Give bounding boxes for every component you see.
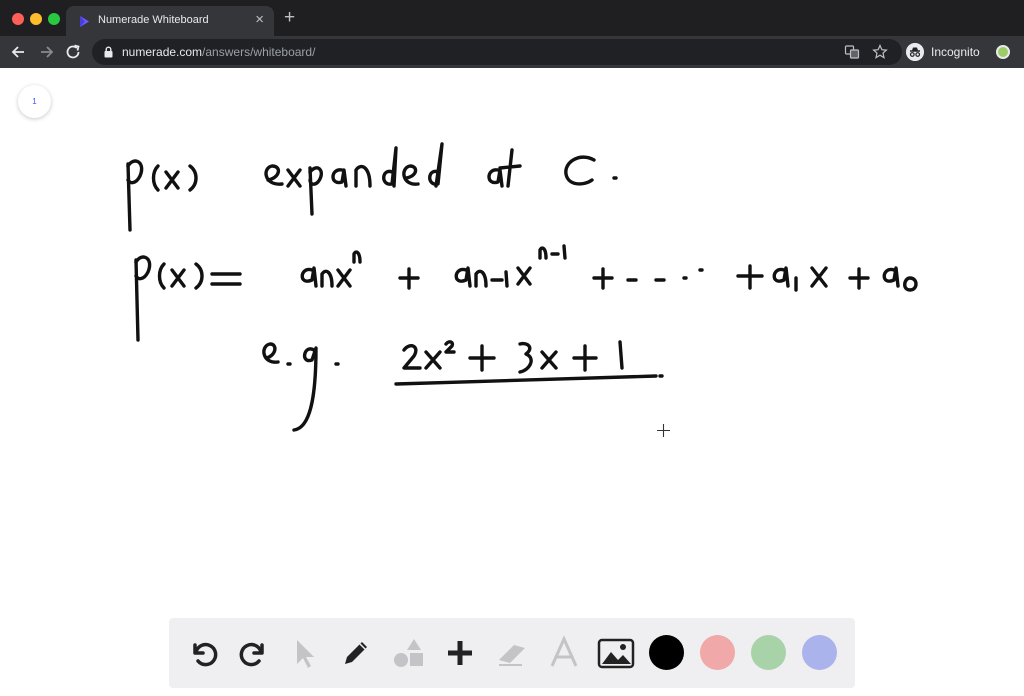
shapes-icon xyxy=(394,639,423,667)
color-swatch-red[interactable] xyxy=(700,635,735,670)
browser-toolbar: numerade.com/answers/whiteboard/ Incogni… xyxy=(0,36,1024,68)
new-tab-button[interactable]: + xyxy=(284,8,295,28)
minimize-window-button[interactable] xyxy=(30,13,42,25)
address-bar[interactable]: numerade.com/answers/whiteboard/ xyxy=(92,39,902,65)
handwritten-line-1 xyxy=(126,142,618,232)
extension-icon[interactable] xyxy=(996,45,1010,59)
image-icon xyxy=(597,638,635,669)
undo-icon xyxy=(193,642,218,667)
url-path: /answers/whiteboard/ xyxy=(202,45,316,59)
handwriting-ink xyxy=(126,142,918,432)
select-button[interactable] xyxy=(285,633,325,673)
whiteboard-toolbar xyxy=(169,618,855,688)
color-swatch-blue[interactable] xyxy=(802,635,837,670)
text-button[interactable] xyxy=(544,633,584,673)
incognito-label: Incognito xyxy=(931,45,980,59)
whiteboard-canvas[interactable]: 1 xyxy=(0,68,1024,696)
url-text: numerade.com/answers/whiteboard/ xyxy=(122,45,315,59)
color-swatch-black[interactable] xyxy=(649,635,684,670)
pen-icon xyxy=(345,642,367,664)
pen-button[interactable] xyxy=(336,633,376,673)
lock-icon xyxy=(104,46,113,58)
browser-chrome: Numerade Whiteboard × + numerade.com/ans… xyxy=(0,0,1024,68)
translate-icon[interactable] xyxy=(844,44,860,60)
image-button[interactable] xyxy=(596,633,636,673)
incognito-icon xyxy=(906,43,924,61)
incognito-profile-button[interactable]: Incognito xyxy=(904,41,988,63)
close-window-button[interactable] xyxy=(12,13,24,25)
add-icon xyxy=(448,641,472,665)
tab-title: Numerade Whiteboard xyxy=(98,14,209,26)
url-host: numerade.com xyxy=(122,45,203,59)
redo-button[interactable] xyxy=(234,633,274,673)
tab-close-button[interactable]: × xyxy=(255,11,264,29)
tab-numerade-whiteboard[interactable]: Numerade Whiteboard × xyxy=(66,6,274,36)
eraser-icon xyxy=(499,645,525,666)
text-icon xyxy=(550,635,578,667)
forward-icon[interactable] xyxy=(36,42,56,62)
back-icon[interactable] xyxy=(9,42,29,62)
add-button[interactable] xyxy=(440,633,480,673)
select-icon xyxy=(297,640,314,668)
color-swatch-green[interactable] xyxy=(751,635,786,670)
crosshair-cursor-icon xyxy=(657,424,670,437)
undo-button[interactable] xyxy=(183,633,223,673)
maximize-window-button[interactable] xyxy=(48,13,60,25)
bookmark-star-icon[interactable] xyxy=(872,44,888,60)
tab-strip: Numerade Whiteboard × + xyxy=(0,0,1024,36)
handwritten-line-3 xyxy=(262,340,664,432)
redo-icon xyxy=(239,642,264,667)
eraser-button[interactable] xyxy=(492,633,532,673)
shapes-button[interactable] xyxy=(388,633,428,673)
numerade-logo-icon xyxy=(80,16,89,27)
handwritten-line-2 xyxy=(134,244,918,342)
reload-icon[interactable] xyxy=(63,42,83,62)
